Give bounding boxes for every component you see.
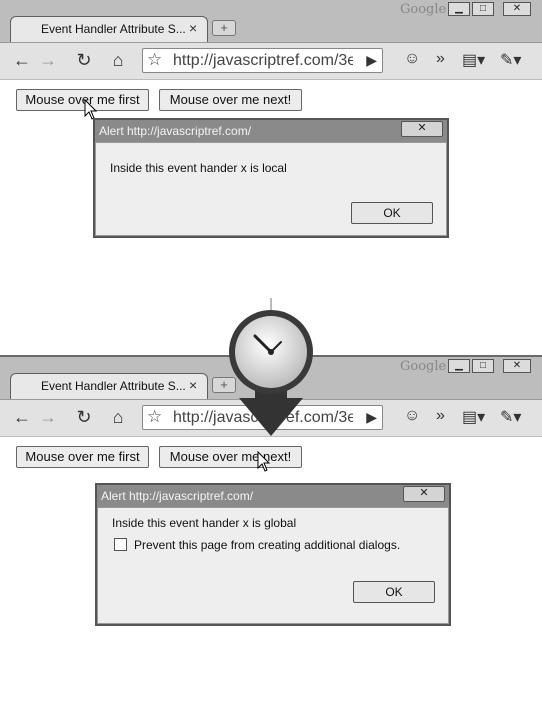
mouse-over-first-button[interactable]: Mouse over me first — [16, 89, 149, 111]
alert-titlebar: Alert http://javascriptref.com/ ✕ — [97, 485, 449, 507]
alert-message: Inside this event hander x is local — [110, 161, 287, 175]
tab-title: Event Handler Attribute S... — [41, 22, 186, 36]
wrench-menu-icon[interactable]: ✎▾ — [500, 407, 521, 427]
maximize-button[interactable]: □ — [472, 2, 494, 16]
bookmark-star-icon[interactable]: ☆ — [147, 50, 162, 70]
maximize-button[interactable]: □ — [472, 359, 494, 373]
google-logo: Google — [400, 2, 447, 17]
address-bar[interactable]: ☆ http://javascriptref.com/3e ▶ — [142, 48, 383, 73]
google-logo: Google — [400, 359, 447, 374]
ok-button[interactable]: OK — [353, 581, 435, 603]
chevron-more-icon[interactable]: » — [436, 407, 445, 425]
tab-close-icon[interactable]: × — [189, 378, 197, 392]
alert-dialog: Alert http://javascriptref.com/ ✕ Inside… — [93, 118, 449, 238]
minimize-button[interactable]: ▁ — [448, 2, 470, 16]
alert-body: Inside this event hander x is global Pre… — [97, 507, 449, 624]
close-window-button[interactable]: ✕ — [503, 2, 531, 16]
home-icon[interactable]: ⌂ — [106, 406, 130, 428]
go-arrow-icon[interactable]: ▶ — [366, 52, 377, 69]
alert-title: Alert http://javascriptref.com/ — [101, 489, 254, 503]
extension-icon[interactable]: ☺ — [404, 50, 420, 68]
forward-arrow-icon[interactable]: → — [36, 49, 60, 71]
forward-arrow-icon[interactable]: → — [36, 406, 60, 428]
alert-dialog: Alert http://javascriptref.com/ ✕ Inside… — [95, 483, 451, 626]
mouse-over-next-button[interactable]: Mouse over me next! — [159, 89, 302, 111]
window-frame: Google ▁ □ ✕ Event Handler Attribute S..… — [0, 0, 542, 80]
tab-active[interactable]: Event Handler Attribute S... × — [10, 373, 208, 399]
new-tab-button[interactable]: + — [212, 20, 236, 36]
alert-body: Inside this event hander x is local OK — [95, 142, 447, 236]
minimize-button[interactable]: ▁ — [448, 359, 470, 373]
mouse-over-first-button[interactable]: Mouse over me first — [16, 446, 149, 468]
checkbox-label[interactable]: Prevent this page from creating addition… — [134, 538, 400, 552]
alert-titlebar: Alert http://javascriptref.com/ ✕ — [95, 120, 447, 142]
wrench-menu-icon[interactable]: ✎▾ — [500, 50, 521, 70]
mouse-over-next-button[interactable]: Mouse over me next! — [159, 446, 302, 468]
go-arrow-icon[interactable]: ▶ — [366, 409, 377, 426]
back-arrow-icon[interactable]: ← — [10, 49, 34, 71]
tab-close-icon[interactable]: × — [189, 21, 197, 35]
toolbar: ← → ↻ ⌂ ☆ http://javascriptref.com/3e ▶ … — [0, 42, 542, 79]
close-icon[interactable]: ✕ — [403, 486, 445, 502]
bookmark-star-icon[interactable]: ☆ — [147, 407, 162, 427]
page-menu-icon[interactable]: ▤▾ — [462, 407, 485, 427]
alert-title: Alert http://javascriptref.com/ — [99, 124, 252, 138]
alert-message: Inside this event hander x is global — [112, 516, 297, 530]
ok-button[interactable]: OK — [351, 202, 433, 224]
reload-icon[interactable]: ↻ — [72, 406, 96, 428]
close-window-button[interactable]: ✕ — [503, 359, 531, 373]
chevron-more-icon[interactable]: » — [436, 50, 445, 68]
reload-icon[interactable]: ↻ — [72, 49, 96, 71]
extension-icon[interactable]: ☺ — [404, 407, 420, 425]
tab-active[interactable]: Event Handler Attribute S... × — [10, 16, 208, 42]
home-icon[interactable]: ⌂ — [106, 49, 130, 71]
close-icon[interactable]: ✕ — [401, 121, 443, 137]
back-arrow-icon[interactable]: ← — [10, 406, 34, 428]
tab-title: Event Handler Attribute S... — [41, 379, 186, 393]
url-text[interactable]: http://javascriptref.com/3e — [173, 52, 353, 70]
page-content: Mouse over me first Mouse over me next! … — [0, 437, 542, 714]
mouse-pointer-icon — [257, 451, 271, 472]
clock-icon — [229, 298, 313, 436]
page-menu-icon[interactable]: ▤▾ — [462, 50, 485, 70]
prevent-dialogs-checkbox[interactable] — [114, 538, 127, 551]
